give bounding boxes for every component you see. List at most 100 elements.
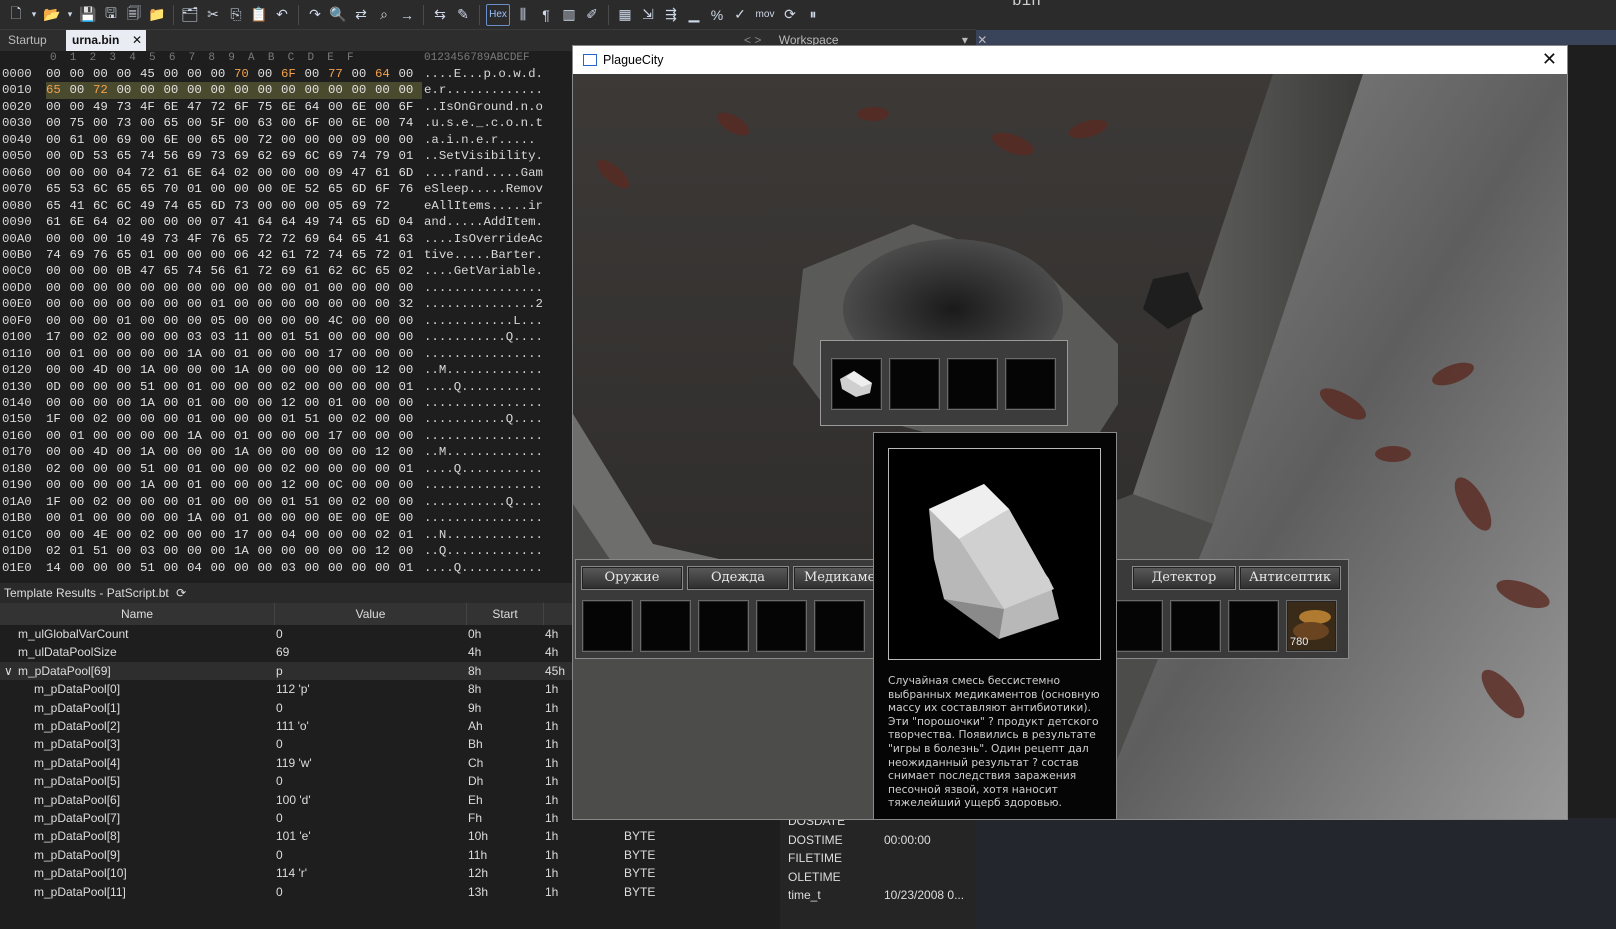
expand-chevron-icon[interactable]: ∨ [4, 662, 13, 680]
hex-byte[interactable]: 1A [234, 444, 258, 461]
hex-byte[interactable]: 00 [164, 346, 188, 363]
hex-byte[interactable]: 6E [70, 214, 94, 231]
hex-byte[interactable]: 00 [281, 82, 305, 99]
hex-byte[interactable]: 1A [140, 395, 164, 412]
hex-byte[interactable]: 00 [164, 296, 188, 313]
hex-byte[interactable]: 01 [187, 395, 211, 412]
table-row[interactable]: m_pDataPool[8] 101 'e' 10h 1h BYTE [0, 827, 770, 845]
hex-byte[interactable]: 69 [352, 198, 376, 215]
hex-byte[interactable]: 00 [305, 395, 329, 412]
hex-byte[interactable]: 00 [328, 362, 352, 379]
hex-byte[interactable]: 00 [140, 132, 164, 149]
hex-byte[interactable]: 00 [328, 411, 352, 428]
hex-byte[interactable]: 00 [70, 461, 94, 478]
hex-byte[interactable]: 6F [234, 99, 258, 116]
hex-byte[interactable]: 6C [93, 198, 117, 215]
hex-byte[interactable]: 61 [46, 214, 70, 231]
hex-byte[interactable]: 00 [375, 99, 399, 116]
hex-bytes[interactable]: 1F 00 02 00 00 00 01 00 00 00 01 51 00 02 00 00 [46, 411, 422, 428]
hex-byte[interactable]: 00 [211, 379, 235, 396]
hex-byte[interactable]: 61 [70, 132, 94, 149]
hex-byte[interactable]: 72 [258, 132, 282, 149]
hex-byte[interactable]: 00 [258, 329, 282, 346]
hex-byte[interactable]: 00 [93, 313, 117, 330]
hex-byte[interactable]: 01 [234, 346, 258, 363]
hex-byte[interactable]: 01 [399, 461, 423, 478]
table-row[interactable]: m_pDataPool[10] 114 'r' 12h 1h BYTE [0, 864, 770, 882]
hex-byte[interactable]: 00 [46, 148, 70, 165]
hex-byte[interactable]: 00 [258, 444, 282, 461]
hex-byte[interactable]: 06 [234, 247, 258, 264]
copy-icon[interactable]: ⎘ [226, 5, 246, 25]
hex-byte[interactable]: 6C [117, 198, 141, 215]
hex-byte[interactable]: 69 [281, 263, 305, 280]
hex-byte[interactable]: 00 [93, 379, 117, 396]
hex-byte[interactable]: 65 [117, 181, 141, 198]
hex-byte[interactable]: 65 [234, 231, 258, 248]
hex-byte[interactable]: 41 [70, 198, 94, 215]
hex-byte[interactable]: 69 [117, 132, 141, 149]
calculator-icon[interactable]: ▦ [615, 5, 635, 25]
hex-ascii[interactable]: ............L... [424, 313, 543, 330]
hex-byte[interactable]: 00 [328, 296, 352, 313]
hex-byte[interactable]: 6E [352, 99, 376, 116]
hex-byte[interactable]: 00 [187, 527, 211, 544]
hex-byte[interactable]: 00 [164, 379, 188, 396]
hex-byte[interactable]: 00 [305, 510, 329, 527]
hex-byte[interactable]: 00 [93, 461, 117, 478]
hex-byte[interactable]: 00 [375, 132, 399, 149]
hex-byte[interactable]: 61 [234, 263, 258, 280]
save-icon[interactable]: 💾 [78, 5, 98, 25]
hex-byte[interactable]: 75 [70, 115, 94, 132]
hex-byte[interactable]: 02 [46, 461, 70, 478]
container-slot[interactable] [831, 358, 882, 410]
hex-byte[interactable]: 32 [399, 296, 423, 313]
hex-byte[interactable]: 00 [46, 263, 70, 280]
open-folder-icon[interactable]: 📂 [42, 5, 62, 25]
hex-byte[interactable]: 00 [69, 82, 93, 99]
hex-byte[interactable]: 51 [305, 329, 329, 346]
hex-byte[interactable]: 00 [117, 329, 141, 346]
hex-byte[interactable]: 74 [328, 247, 352, 264]
hex-byte[interactable]: 65 [328, 181, 352, 198]
hex-byte[interactable]: 47 [187, 99, 211, 116]
hex-byte[interactable]: 02 [140, 527, 164, 544]
hex-byte[interactable]: 64 [211, 165, 235, 182]
hex-byte[interactable]: 65 [187, 198, 211, 215]
hex-byte[interactable]: 0D [46, 379, 70, 396]
hex-byte[interactable]: 00 [140, 411, 164, 428]
hex-byte[interactable]: 00 [305, 444, 329, 461]
hex-byte[interactable]: 05 [211, 313, 235, 330]
hex-byte[interactable]: 65 [352, 214, 376, 231]
hex-byte[interactable]: 00 [399, 494, 423, 511]
hex-byte[interactable]: 00 [399, 132, 423, 149]
save-as-icon[interactable]: 🖫 [101, 5, 121, 25]
hex-byte[interactable]: 74 [352, 148, 376, 165]
hex-byte[interactable]: 00 [258, 181, 282, 198]
hex-byte[interactable]: 56 [211, 263, 235, 280]
hex-byte[interactable]: 00 [399, 362, 423, 379]
hex-byte[interactable]: 00 [258, 198, 282, 215]
hex-byte[interactable]: 00 [211, 411, 235, 428]
hex-byte[interactable]: 11 [234, 329, 258, 346]
hex-byte[interactable]: 61 [164, 165, 188, 182]
hex-byte[interactable]: 00 [164, 494, 188, 511]
hex-byte[interactable]: 6D [352, 181, 376, 198]
table-row[interactable]: m_pDataPool[11] 0 13h 1h BYTE [0, 883, 770, 901]
hex-byte[interactable]: 09 [328, 165, 352, 182]
hex-byte[interactable]: 69 [305, 231, 329, 248]
hex-byte[interactable]: 00 [305, 296, 329, 313]
hex-byte[interactable]: 00 [305, 477, 329, 494]
hex-byte[interactable]: 00 [304, 82, 328, 99]
hex-byte[interactable]: 00 [117, 411, 141, 428]
hex-byte[interactable]: 76 [93, 247, 117, 264]
hex-byte[interactable]: 04 [281, 527, 305, 544]
hex-byte[interactable]: 00 [352, 379, 376, 396]
hex-byte[interactable]: 00 [140, 510, 164, 527]
hex-byte[interactable]: 00 [328, 99, 352, 116]
hex-byte[interactable]: 00 [375, 82, 399, 99]
hex-byte[interactable]: 02 [46, 543, 70, 560]
hex-byte[interactable]: 00 [187, 543, 211, 560]
hex-byte[interactable]: 72 [211, 99, 235, 116]
hex-byte[interactable]: 00 [234, 115, 258, 132]
